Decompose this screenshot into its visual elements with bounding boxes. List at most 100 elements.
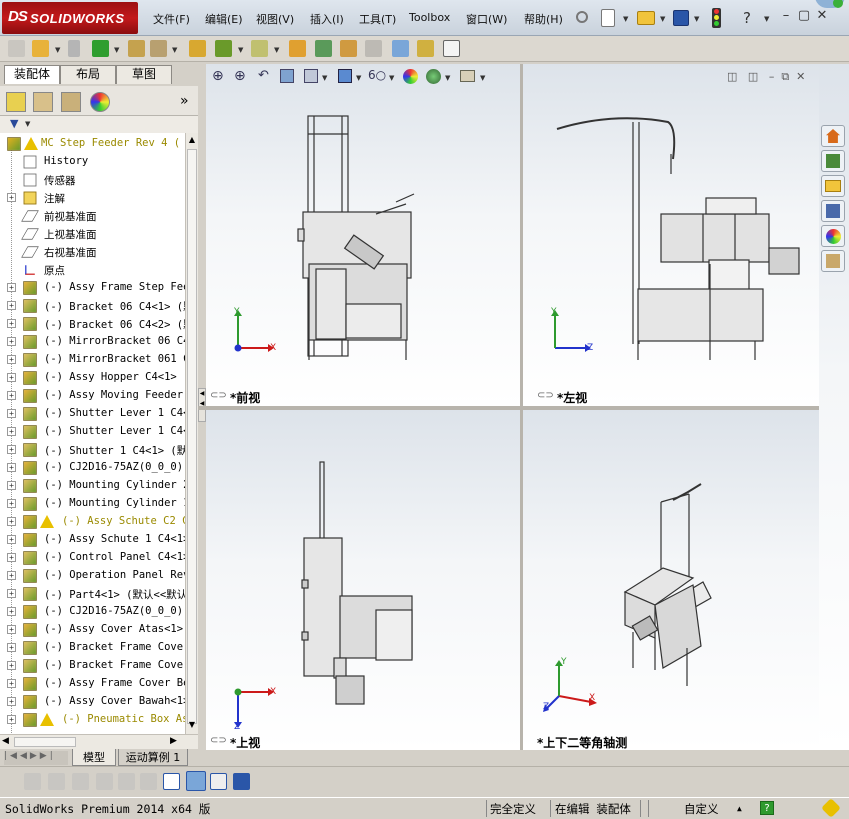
tree-row[interactable]: + (-) Part4<1> (默认<<默认 bbox=[0, 585, 185, 603]
help-dropdown-icon[interactable]: ▼ bbox=[764, 15, 769, 23]
tree-row[interactable]: + (-) Pneumatic Box As bbox=[0, 711, 185, 729]
view-wireframe-icon[interactable] bbox=[96, 773, 113, 790]
move-component-icon[interactable] bbox=[150, 40, 167, 57]
bill-of-materials-icon[interactable] bbox=[315, 40, 332, 57]
tree-row[interactable]: + (-) CJ2D16-75AZ(0_0_0)( bbox=[0, 603, 185, 621]
new-document-icon[interactable] bbox=[601, 9, 615, 27]
tab-assembly[interactable]: 装配体 bbox=[4, 65, 60, 84]
view-hidden-icon[interactable] bbox=[72, 773, 89, 790]
file-explorer-icon[interactable] bbox=[821, 175, 845, 197]
tree-row[interactable]: + (-) Mounting Cylinder 1 bbox=[0, 495, 185, 513]
view-perspective-icon[interactable] bbox=[140, 773, 157, 790]
tree-row[interactable]: + (-) Control Panel C4<1> bbox=[0, 549, 185, 567]
panel-collapse-handle[interactable]: ◀ ◀ bbox=[198, 388, 206, 422]
tree-row[interactable]: + (-) Shutter Lever 1 C4< bbox=[0, 423, 185, 441]
expand-toggle-icon[interactable]: + bbox=[7, 661, 16, 670]
scroll-left-icon[interactable]: ◀ bbox=[2, 736, 9, 746]
explode-line-sketch-icon[interactable] bbox=[365, 40, 382, 57]
expand-toggle-icon[interactable]: + bbox=[7, 391, 16, 400]
solidworks-logo[interactable]: DS SOLIDWORKS bbox=[2, 2, 138, 34]
expand-toggle-icon[interactable]: + bbox=[7, 697, 16, 706]
tree-row[interactable]: + (-) Shutter 1 C4<1> (默 bbox=[0, 441, 185, 459]
assembly-features-icon[interactable] bbox=[215, 40, 232, 57]
tab-nav-arrows[interactable]: |◀◀▶▶| bbox=[4, 751, 68, 765]
appearances-icon[interactable] bbox=[821, 225, 845, 247]
tree-row[interactable]: 传感器 bbox=[0, 171, 185, 189]
scroll-right-icon[interactable]: ▶ bbox=[170, 736, 177, 746]
view-two-window-icon[interactable] bbox=[210, 773, 227, 790]
expand-toggle-icon[interactable]: + bbox=[7, 301, 16, 310]
view-triad-icon[interactable] bbox=[163, 773, 180, 790]
tree-row[interactable]: MC Step Feeder Rev 4 ( bbox=[0, 135, 185, 153]
menu-edit[interactable]: 编辑(E) bbox=[205, 11, 243, 27]
tree-row[interactable]: + (-) Operation Panel Rev bbox=[0, 567, 185, 585]
display-manager-icon[interactable] bbox=[90, 92, 110, 112]
configuration-manager-icon[interactable] bbox=[61, 92, 81, 112]
insert-component-icon[interactable] bbox=[8, 40, 25, 57]
status-help-icon[interactable]: ? bbox=[760, 801, 774, 815]
tree-row[interactable]: + (-) Bracket Frame Cover bbox=[0, 657, 185, 675]
tree-row[interactable]: + (-) MirrorBracket 061 C bbox=[0, 351, 185, 369]
viewport-top[interactable]: X Z ⊂⊃ *上视 bbox=[206, 410, 520, 750]
expand-toggle-icon[interactable]: + bbox=[7, 589, 16, 598]
expand-toggle-icon[interactable]: + bbox=[7, 499, 16, 508]
mate-icon[interactable] bbox=[32, 40, 49, 57]
expand-toggle-icon[interactable]: + bbox=[7, 373, 16, 382]
viewport-isometric[interactable]: X Y Z *上下二等角轴测 bbox=[523, 410, 819, 750]
view-section-icon[interactable] bbox=[118, 773, 135, 790]
tree-row[interactable]: History bbox=[0, 153, 185, 171]
expand-toggle-icon[interactable]: + bbox=[7, 535, 16, 544]
tab-model[interactable]: 模型 bbox=[72, 749, 116, 766]
open-folder-icon[interactable] bbox=[637, 11, 655, 25]
expand-toggle-icon[interactable]: + bbox=[7, 409, 16, 418]
save-dropdown-icon[interactable]: ▼ bbox=[694, 15, 699, 23]
expand-toggle-icon[interactable]: + bbox=[7, 643, 16, 652]
help-question-icon[interactable]: ? bbox=[743, 9, 751, 27]
expand-toggle-icon[interactable]: + bbox=[7, 193, 16, 202]
paperclip-icon[interactable] bbox=[68, 40, 80, 57]
menu-toolbox[interactable]: Toolbox bbox=[409, 11, 450, 24]
view-link-icon[interactable]: ⊂⊃ bbox=[210, 735, 227, 746]
expand-toggle-icon[interactable]: + bbox=[7, 463, 16, 472]
exploded-view-icon[interactable] bbox=[340, 40, 357, 57]
viewport-left[interactable]: ◫ ◫ – ⧉ ✕ Z Y ⊂⊃ *左视 bbox=[523, 64, 819, 406]
expand-toggle-icon[interactable]: + bbox=[7, 337, 16, 346]
tree-row[interactable]: + (-) Assy Schute C2 C bbox=[0, 513, 185, 531]
tab-motion-study[interactable]: 运动算例 1 bbox=[118, 749, 188, 766]
tree-row[interactable]: 上视基准面 bbox=[0, 225, 185, 243]
viewport-horizontal-splitter[interactable] bbox=[198, 406, 849, 410]
rebuild-traffic-light-icon[interactable] bbox=[712, 8, 721, 28]
save-icon[interactable] bbox=[673, 10, 689, 26]
expand-toggle-icon[interactable]: + bbox=[7, 553, 16, 562]
tree-row[interactable]: + (-) MirrorBracket 06 C4 bbox=[0, 333, 185, 351]
tab-layout[interactable]: 布局 bbox=[60, 65, 116, 84]
tag-icon[interactable] bbox=[821, 798, 841, 818]
tree-row[interactable]: + (-) Bracket Frame Cover bbox=[0, 639, 185, 657]
smart-fasteners-icon[interactable] bbox=[128, 40, 145, 57]
menu-tools[interactable]: 工具(T) bbox=[359, 11, 396, 27]
design-library-icon[interactable] bbox=[821, 150, 845, 172]
scroll-up-icon[interactable]: ▲ bbox=[187, 135, 197, 147]
tab-sketch[interactable]: 草图 bbox=[116, 65, 172, 84]
expand-toggle-icon[interactable]: + bbox=[7, 571, 16, 580]
instant3d-icon[interactable] bbox=[417, 40, 434, 57]
menu-insert[interactable]: 插入(I) bbox=[310, 11, 344, 27]
view-link-icon[interactable]: ⊂⊃ bbox=[210, 390, 227, 401]
reference-geometry-icon[interactable] bbox=[251, 40, 268, 57]
tree-vertical-scrollbar[interactable]: ▲ ▼ bbox=[185, 133, 198, 734]
expand-toggle-icon[interactable]: + bbox=[7, 445, 16, 454]
close-window-icon[interactable]: ✕ bbox=[813, 8, 831, 23]
minimize-icon[interactable]: – bbox=[777, 8, 795, 23]
status-units[interactable]: 自定义 bbox=[684, 801, 719, 817]
pin-menu-icon[interactable] bbox=[576, 11, 588, 23]
property-manager-icon[interactable] bbox=[33, 92, 53, 112]
tree-row[interactable]: 右视基准面 bbox=[0, 243, 185, 261]
expand-toggle-icon[interactable]: + bbox=[7, 517, 16, 526]
expand-toggle-icon[interactable]: + bbox=[7, 679, 16, 688]
viewport-front[interactable]: ⊕ ⊕ ↶ ▼ ▼ 6○ ▼ ▼ ▼ X Y ⊂⊃ *前视 bbox=[206, 64, 520, 406]
interference-detection-icon[interactable] bbox=[392, 40, 409, 57]
tree-row[interactable]: 前视基准面 bbox=[0, 207, 185, 225]
custom-properties-icon[interactable] bbox=[821, 250, 845, 272]
menu-file[interactable]: 文件(F) bbox=[153, 11, 190, 27]
menu-help[interactable]: 帮助(H) bbox=[524, 11, 563, 27]
